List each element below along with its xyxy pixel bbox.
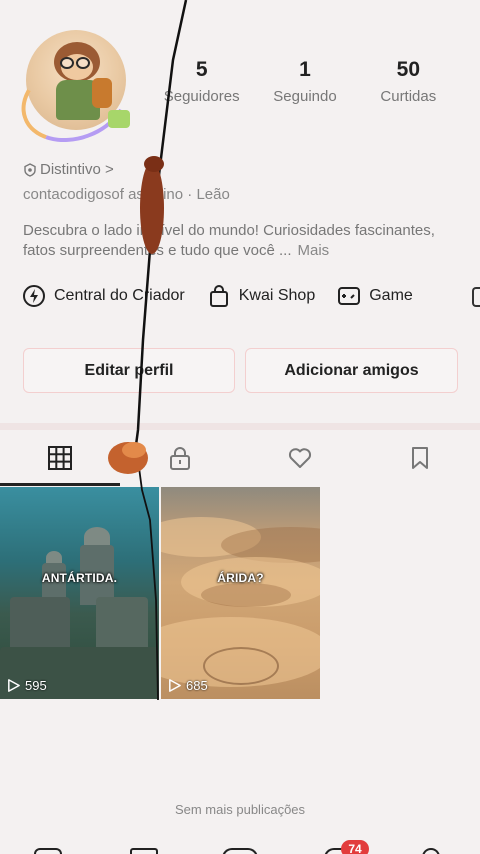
profile-tabs xyxy=(0,430,480,486)
game-button[interactable]: Game xyxy=(337,284,413,308)
profile-stats: 5 Seguidores 1 Seguindo 50 Curtidas xyxy=(150,56,460,105)
post-tile[interactable]: ANTÁRTIDA. 595 xyxy=(0,487,159,699)
likes-label: Curtidas xyxy=(380,88,437,105)
post-caption: ÁRIDA? xyxy=(217,571,264,585)
home-icon[interactable] xyxy=(34,848,62,854)
post-views-count: 685 xyxy=(186,678,208,693)
lightning-icon xyxy=(23,285,45,307)
no-more-posts-note: Sem mais publicações xyxy=(174,802,306,817)
bookmark-icon xyxy=(412,447,428,469)
bio-text: Descubra o lado incrível do mundo! Curio… xyxy=(23,222,435,259)
posts-grid: ANTÁRTIDA. 595 ÁRIDA? 685 xyxy=(0,487,320,699)
game-label: Game xyxy=(369,287,413,304)
profile-avatar[interactable] xyxy=(9,30,141,157)
likes-count: 50 xyxy=(396,58,420,81)
edit-profile-button[interactable]: Editar perfil xyxy=(23,348,235,393)
following-label: Seguindo xyxy=(273,88,337,105)
discover-icon[interactable] xyxy=(130,848,158,854)
bio-more-link[interactable]: Mais xyxy=(298,242,330,259)
active-tab-indicator xyxy=(0,483,120,486)
followers-count: 5 xyxy=(195,58,208,81)
kwai-shop-label: Kwai Shop xyxy=(238,287,316,304)
play-icon xyxy=(8,679,20,692)
tools-row: Central do Criador Kwai Shop Game xyxy=(22,284,435,308)
creator-center-label: Central do Criador xyxy=(54,287,185,304)
create-icon[interactable] xyxy=(222,848,258,854)
shopping-bag-icon xyxy=(209,285,228,307)
heart-icon xyxy=(288,448,312,468)
post-caption: ANTÁRTIDA. xyxy=(41,571,118,585)
profile-info-line: contacodigosof asculino · Leão xyxy=(23,186,230,203)
tab-saved[interactable] xyxy=(360,430,480,486)
creator-center-button[interactable]: Central do Criador xyxy=(22,284,185,308)
stat-likes[interactable]: 50 Curtidas xyxy=(357,56,460,105)
followers-label: Seguidores xyxy=(163,88,240,105)
badge-label: Distintivo > xyxy=(40,161,114,178)
badge-icon xyxy=(24,162,36,177)
notification-badge: 74 xyxy=(341,840,369,854)
post-views: 685 xyxy=(167,678,208,693)
lock-icon xyxy=(170,447,190,470)
following-count: 1 xyxy=(299,58,311,81)
badge-link[interactable]: Distintivo > xyxy=(23,161,114,178)
tab-private[interactable] xyxy=(120,430,240,486)
post-views-count: 595 xyxy=(25,678,47,693)
profile-bio: Descubra o lado incrível do mundo! Curio… xyxy=(23,221,463,261)
more-tools-icon[interactable] xyxy=(472,287,480,307)
stat-following[interactable]: 1 Seguindo xyxy=(253,56,356,105)
stat-followers[interactable]: 5 Seguidores xyxy=(150,56,253,105)
grid-icon xyxy=(48,446,72,470)
post-views: 595 xyxy=(6,678,47,693)
play-icon xyxy=(169,679,181,692)
tab-grid[interactable] xyxy=(0,430,120,486)
gamepad-icon xyxy=(338,287,361,305)
add-friends-button[interactable]: Adicionar amigos xyxy=(245,348,458,393)
profile-icon[interactable] xyxy=(422,848,440,854)
bottom-navbar: 74 xyxy=(0,838,480,854)
post-tile[interactable]: ÁRIDA? 685 xyxy=(161,487,320,699)
kwai-shop-button[interactable]: Kwai Shop xyxy=(207,284,316,308)
section-divider xyxy=(0,423,480,430)
tab-liked[interactable] xyxy=(240,430,360,486)
